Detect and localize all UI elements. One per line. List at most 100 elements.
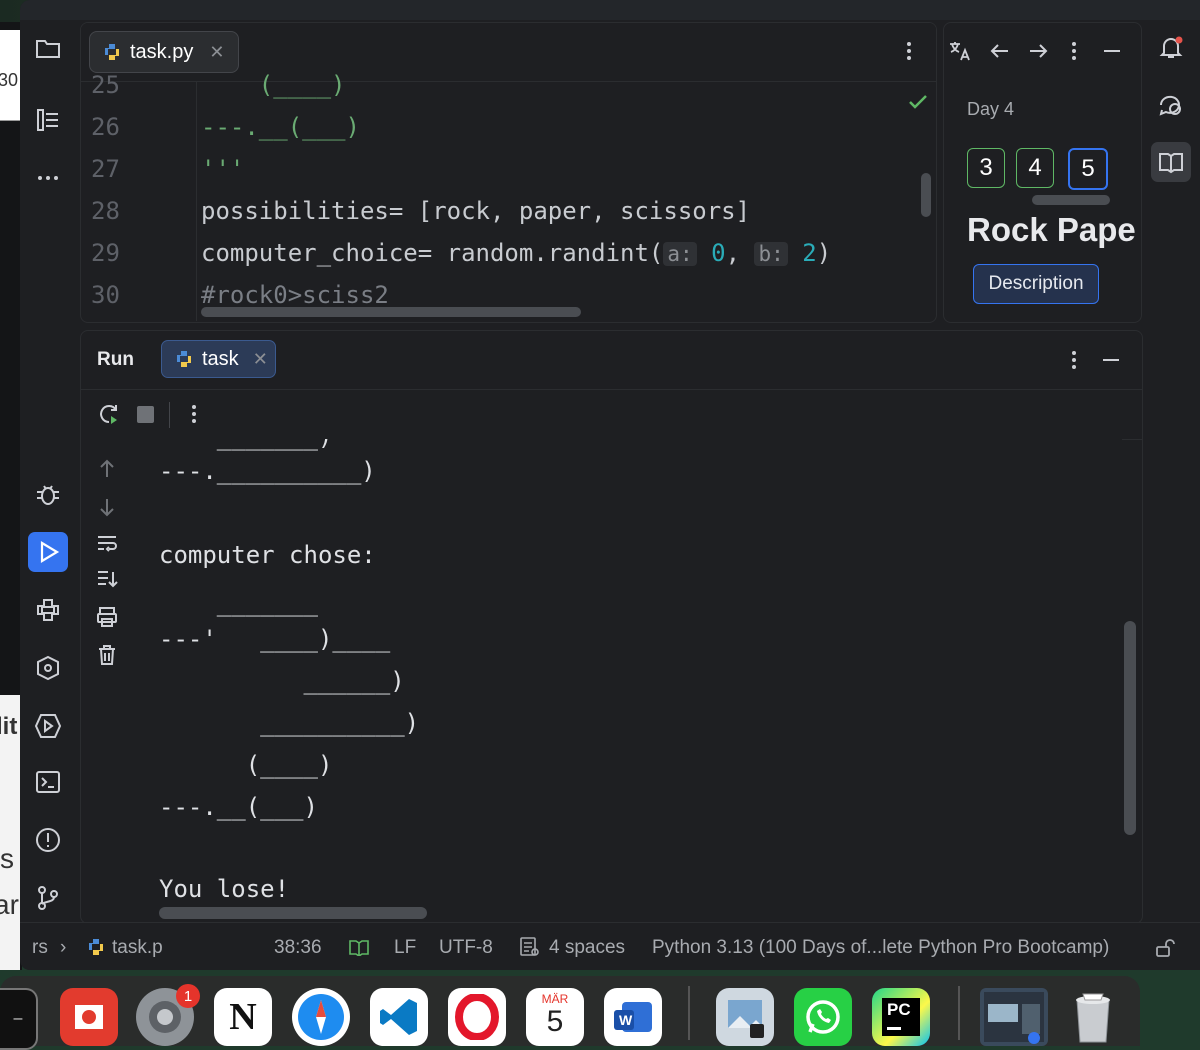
minimize-icon[interactable]: [1100, 39, 1124, 63]
vscode-icon: [380, 999, 417, 1035]
services-icon[interactable]: [28, 706, 68, 746]
soft-wrap-icon[interactable]: [95, 531, 119, 555]
line-number: 29: [91, 239, 120, 267]
console-line: You lose!: [159, 875, 290, 903]
python-file-icon: [89, 939, 103, 955]
dock-app-preview[interactable]: [716, 988, 774, 1046]
dock-app-notion[interactable]: N: [214, 988, 272, 1046]
editor-tab-label: task.py: [130, 40, 194, 63]
console-horizontal-scrollbar[interactable]: [159, 907, 427, 919]
trash-icon[interactable]: [95, 643, 119, 667]
dock-minimized-window[interactable]: [980, 988, 1048, 1046]
more-tools-icon[interactable]: [28, 158, 68, 198]
file-encoding[interactable]: UTF-8: [439, 937, 493, 959]
run-icon[interactable]: [28, 532, 68, 572]
unlock-icon[interactable]: [1154, 937, 1176, 959]
console-line: computer chose:: [159, 541, 376, 569]
dock-divider: [688, 986, 690, 1040]
breadcrumb-root[interactable]: rs: [32, 937, 48, 959]
trash-icon: [1076, 993, 1110, 1043]
dock-app-window[interactable]: –: [0, 988, 38, 1050]
more-options-icon[interactable]: [1064, 39, 1084, 63]
day-button-3[interactable]: 3: [967, 148, 1005, 188]
notification-badge: 1: [176, 984, 200, 1008]
dock-app-word[interactable]: W: [604, 988, 662, 1046]
breadcrumb-file[interactable]: task.p: [112, 937, 163, 959]
dock-app-vscode[interactable]: [370, 988, 428, 1046]
indent-setting[interactable]: 4 spaces: [549, 937, 625, 959]
run-config-tab[interactable]: task ✕: [161, 340, 276, 378]
more-options-icon[interactable]: [1064, 348, 1084, 372]
dock-app-safari[interactable]: [292, 988, 350, 1046]
code-area[interactable]: 25 (____) 26 ---.__(___) 27 ''' 28 possi…: [81, 71, 936, 321]
course-book-icon[interactable]: [1151, 142, 1191, 182]
peek-text: ar: [0, 889, 19, 920]
dock-app-pycharm[interactable]: PC: [872, 988, 930, 1046]
code-text: ): [816, 239, 832, 267]
day-label: Day 4: [967, 99, 1015, 119]
peek-text: lit: [0, 713, 18, 740]
line-ending[interactable]: LF: [394, 937, 416, 959]
console-vertical-scrollbar[interactable]: [1124, 621, 1136, 835]
code-line: #rock0>sciss2: [201, 281, 389, 309]
run-title: Run: [97, 349, 134, 370]
code-line: ---.__(___): [201, 113, 360, 141]
code-text: computer_choice= random.randint(: [201, 239, 664, 267]
print-icon[interactable]: [95, 605, 119, 629]
python-packages-icon[interactable]: [28, 590, 68, 630]
editor-vertical-scrollbar[interactable]: [921, 173, 931, 217]
editor-file-tab[interactable]: task.py ✕: [89, 31, 240, 73]
python-console-icon[interactable]: [28, 648, 68, 688]
code-editor: task.py ✕ 25 (____) 26 ---.__(___) 27 ''…: [80, 22, 937, 323]
arrow-left-icon[interactable]: [988, 39, 1012, 63]
dock-app-calendar[interactable]: MÄR 5: [526, 988, 584, 1046]
terminal-icon[interactable]: [28, 762, 68, 802]
notion-icon: N: [229, 996, 257, 1038]
translate-icon[interactable]: [948, 39, 972, 63]
dock-divider: [958, 986, 960, 1040]
more-options-icon[interactable]: [184, 402, 204, 426]
chevron-right-icon: ›: [60, 937, 67, 958]
notifications-icon[interactable]: [1151, 28, 1191, 68]
dock-app-opera[interactable]: [448, 988, 506, 1046]
dock-app-trash[interactable]: [1064, 988, 1122, 1046]
stop-icon[interactable]: [137, 406, 154, 423]
close-icon[interactable]: ✕: [253, 349, 268, 370]
structure-icon[interactable]: [28, 100, 68, 140]
day-button-5[interactable]: 5: [1068, 148, 1108, 190]
more-options-icon[interactable]: [899, 39, 919, 63]
console-output[interactable]: _______) ---.__________) computer chose:…: [81, 439, 1122, 903]
pycharm-label: PC: [887, 1000, 911, 1019]
editor-horizontal-scrollbar[interactable]: [201, 307, 581, 317]
reader-mode-icon[interactable]: [349, 938, 369, 956]
arrow-up-icon[interactable]: [95, 457, 119, 481]
minimize-icon[interactable]: [1099, 348, 1123, 372]
console-line: (____): [159, 751, 333, 779]
problems-icon[interactable]: [28, 820, 68, 860]
indent-settings-icon[interactable]: [519, 936, 541, 958]
calendar-month: MÄR: [541, 992, 569, 1006]
arrow-down-icon[interactable]: [95, 495, 119, 519]
compass-icon: [298, 994, 344, 1040]
course-progress-scrollbar[interactable]: [1032, 195, 1110, 205]
python-interpreter[interactable]: Python 3.13 (100 Days of...lete Python P…: [652, 937, 1109, 959]
day-button-4[interactable]: 4: [1016, 148, 1054, 188]
ai-assistant-icon[interactable]: [1151, 86, 1191, 126]
run-tab-label: task: [202, 347, 239, 370]
dock-app-photobooth[interactable]: [60, 988, 118, 1046]
caret-position[interactable]: 38:36: [274, 937, 322, 959]
dock-app-whatsapp[interactable]: [794, 988, 852, 1046]
console-line: _______: [159, 589, 318, 617]
project-folder-icon[interactable]: [28, 28, 68, 68]
arrow-right-icon[interactable]: [1026, 39, 1050, 63]
description-button[interactable]: Description: [973, 264, 1099, 304]
close-icon[interactable]: ✕: [209, 42, 224, 63]
course-panel: Day 4 3 4 5 Rock Pape Description: [943, 22, 1142, 323]
debug-icon[interactable]: [28, 474, 68, 514]
git-icon[interactable]: [28, 878, 68, 918]
svg-text:W: W: [619, 1012, 633, 1028]
ide-title-bar: [20, 0, 1200, 20]
line-number: 26: [91, 113, 120, 141]
rerun-icon[interactable]: [97, 402, 121, 426]
scroll-to-end-icon[interactable]: [95, 567, 119, 591]
